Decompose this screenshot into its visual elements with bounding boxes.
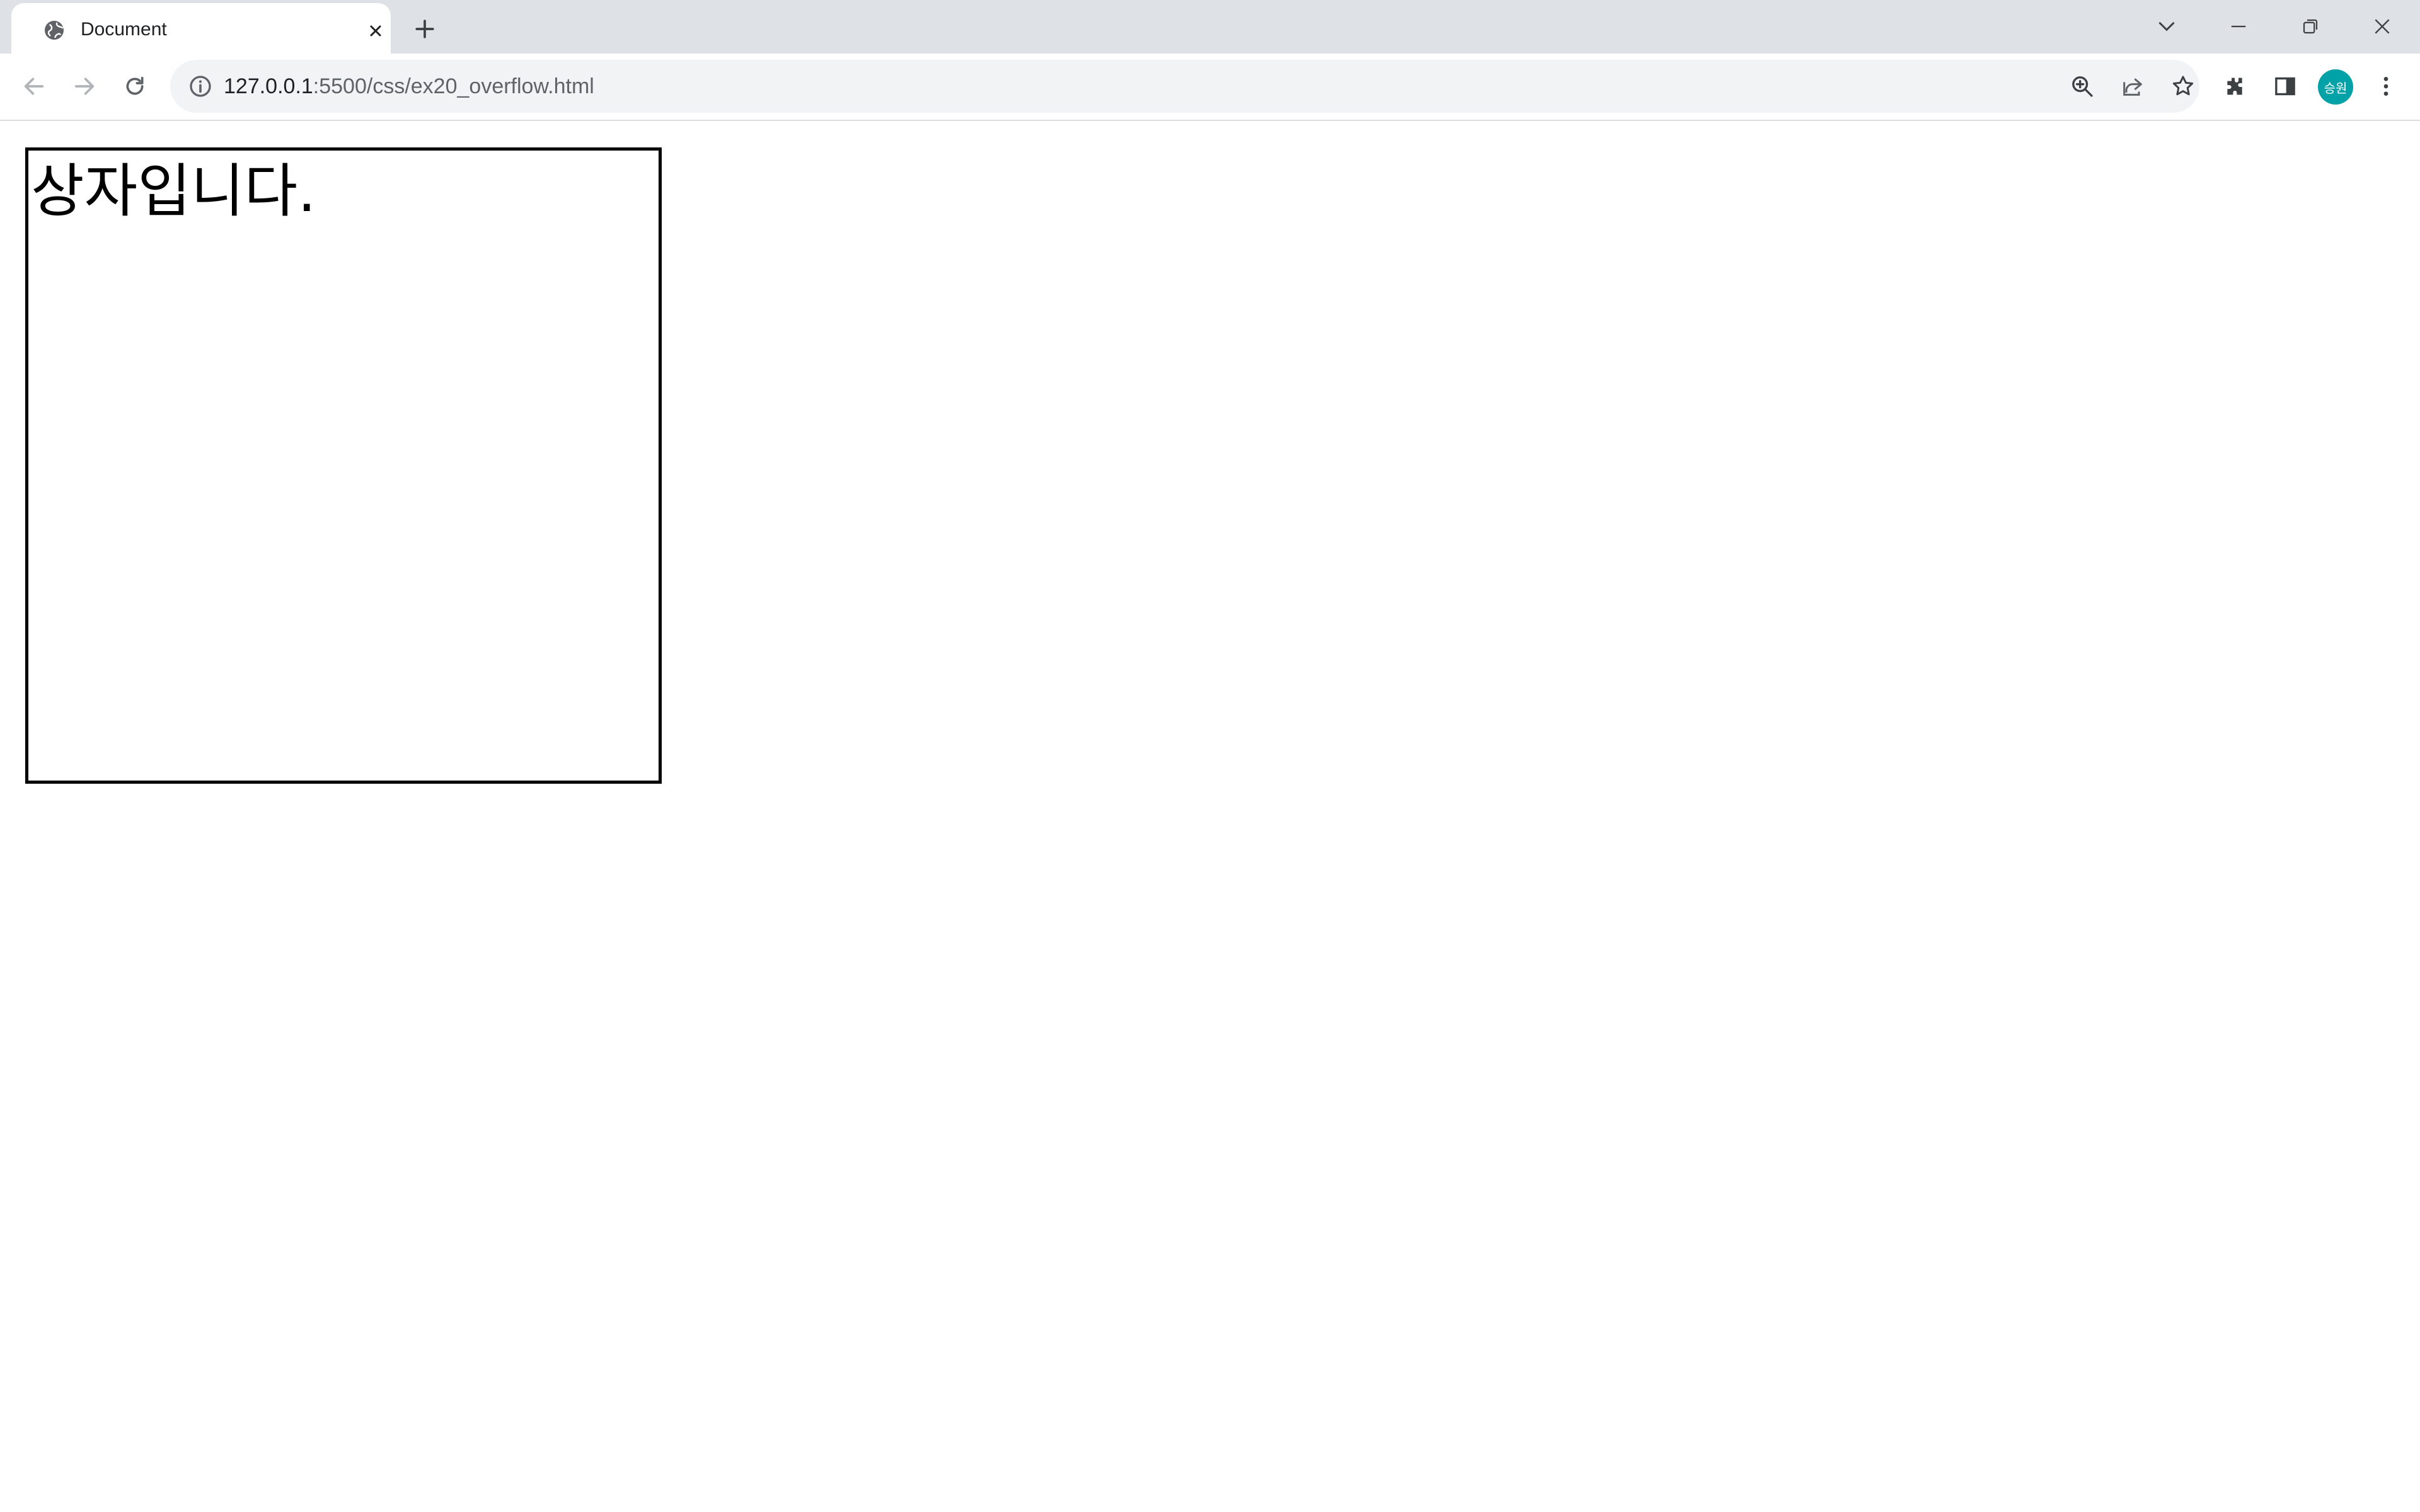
restore-icon[interactable]: [2291, 8, 2329, 45]
browser-toolbar: 127.0.0.1:5500/css/ex20_overflow.html: [0, 54, 2420, 121]
extensions-puzzle-icon[interactable]: [2217, 69, 2252, 104]
tab-document[interactable]: Document: [11, 3, 391, 54]
share-icon[interactable]: [2118, 71, 2148, 101]
site-info-icon[interactable]: [188, 74, 213, 99]
tab-title: Document: [81, 19, 167, 40]
new-tab-plus-icon[interactable]: [408, 13, 441, 45]
menu-kebab-icon[interactable]: [2368, 69, 2404, 104]
bookmark-star-icon[interactable]: [2168, 71, 2198, 101]
url-path: :5500/css/ex20_overflow.html: [313, 74, 594, 98]
forward-arrow-icon[interactable]: [67, 69, 102, 104]
tab-close-icon[interactable]: [363, 18, 388, 43]
zoom-icon[interactable]: [2067, 71, 2097, 101]
tab-search-chevron-down-icon[interactable]: [2148, 8, 2186, 45]
globe-icon: [43, 19, 66, 42]
address-bar[interactable]: 127.0.0.1:5500/css/ex20_overflow.html: [170, 60, 2199, 113]
close-window-icon[interactable]: [2363, 8, 2401, 45]
overflow-box: 상자입니다.: [25, 147, 662, 784]
browser-window: Document 127.0.0.1:5500/css/ex20_overflo…: [0, 0, 2420, 1512]
page-viewport: 상자입니다.: [0, 121, 2420, 1512]
back-arrow-icon[interactable]: [16, 69, 52, 104]
minimize-icon[interactable]: [2220, 8, 2257, 45]
url-host: 127.0.0.1: [224, 74, 313, 98]
box-text: 상자입니다.: [31, 158, 316, 225]
reload-icon[interactable]: [117, 69, 153, 104]
tab-strip: Document: [0, 0, 2420, 54]
profile-avatar[interactable]: 승원: [2318, 69, 2353, 105]
url-text[interactable]: 127.0.0.1:5500/css/ex20_overflow.html: [224, 71, 594, 101]
side-panel-icon[interactable]: [2267, 69, 2303, 104]
